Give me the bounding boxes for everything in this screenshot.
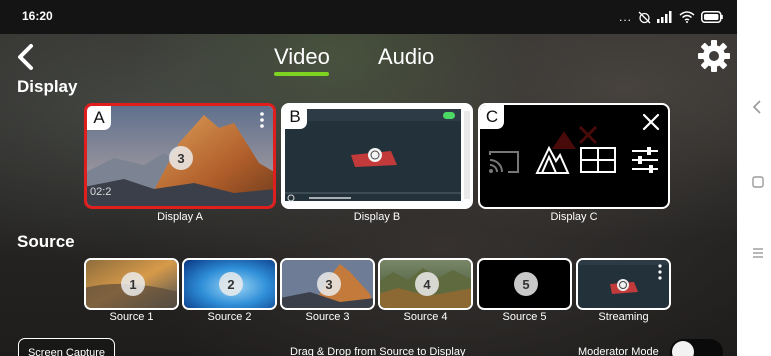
media-tabs: Video Audio: [0, 42, 737, 82]
display-a-label: Display A: [157, 211, 203, 223]
cast-icon[interactable]: [488, 149, 520, 175]
source-card-4[interactable]: 4: [378, 258, 473, 310]
display-c-label: Display C: [550, 211, 598, 223]
display-card-a[interactable]: 02:2 A 3: [84, 103, 276, 209]
display-section-title: Display: [17, 77, 78, 96]
screen-capture-button[interactable]: Screen Capture: [18, 338, 115, 356]
status-dots: ...: [618, 10, 632, 24]
display-a-source-badge: 3: [169, 146, 193, 170]
streaming-label: Streaming: [598, 311, 649, 323]
toggle-knob: [672, 341, 694, 356]
gear-icon: [698, 40, 730, 72]
source-card-5[interactable]: 5: [477, 258, 572, 310]
battery-icon: [701, 11, 723, 23]
svg-text:02:2: 02:2: [90, 186, 111, 198]
source-card-1[interactable]: 1: [84, 258, 179, 310]
wifi-icon: [679, 11, 695, 23]
source-card-3[interactable]: 3: [280, 258, 375, 310]
source-card-2[interactable]: 2: [182, 258, 277, 310]
status-bar: 16:20 ...: [0, 0, 737, 34]
display-b-label: Display B: [353, 211, 401, 223]
status-time: 16:20: [22, 9, 53, 23]
signal-icon: [657, 11, 673, 23]
source-3-badge: 3: [317, 272, 341, 296]
tab-audio[interactable]: Audio: [378, 44, 434, 70]
display-c-letter: C: [480, 105, 504, 129]
streaming-menu-icon[interactable]: [657, 264, 663, 280]
source-section-title: Source: [17, 232, 75, 251]
source-4-label: Source 4: [403, 311, 448, 323]
source-1-badge: 1: [121, 272, 145, 296]
source-3-label: Source 3: [305, 311, 350, 323]
source-2-label: Source 2: [207, 311, 252, 323]
sliders-icon[interactable]: [630, 145, 660, 175]
drag-drop-hint: Drag & Drop from Source to Display: [290, 346, 466, 356]
nav-menu-icon[interactable]: [752, 247, 764, 259]
source-5-label: Source 5: [502, 311, 547, 323]
display-card-c[interactable]: C: [478, 103, 670, 209]
display-a-menu-icon[interactable]: [259, 112, 265, 128]
display-c-close-icon[interactable]: [642, 113, 660, 131]
display-c-dim-overlay: [552, 125, 598, 149]
source-4-badge: 4: [415, 272, 439, 296]
streaming-screenshot: [283, 105, 471, 207]
app-screen: 16:20 ... Video Audio Display 02:2 A 3 D…: [0, 0, 737, 356]
nav-back-icon[interactable]: [752, 99, 762, 115]
alarm-off-icon: [638, 11, 651, 24]
nav-home-icon[interactable]: [752, 176, 764, 188]
moderator-mode-label: Moderator Mode: [578, 346, 659, 356]
display-card-b[interactable]: B: [281, 103, 473, 209]
display-b-letter: B: [283, 105, 307, 129]
source-5-badge: 5: [514, 272, 538, 296]
settings-button[interactable]: [696, 38, 732, 74]
tab-video[interactable]: Video: [274, 44, 330, 70]
display-a-letter: A: [87, 106, 111, 130]
source-2-badge: 2: [219, 272, 243, 296]
moderator-mode-toggle[interactable]: [670, 339, 723, 356]
source-card-streaming[interactable]: [576, 258, 671, 310]
source-1-label: Source 1: [109, 311, 154, 323]
active-tab-indicator: [274, 72, 329, 76]
